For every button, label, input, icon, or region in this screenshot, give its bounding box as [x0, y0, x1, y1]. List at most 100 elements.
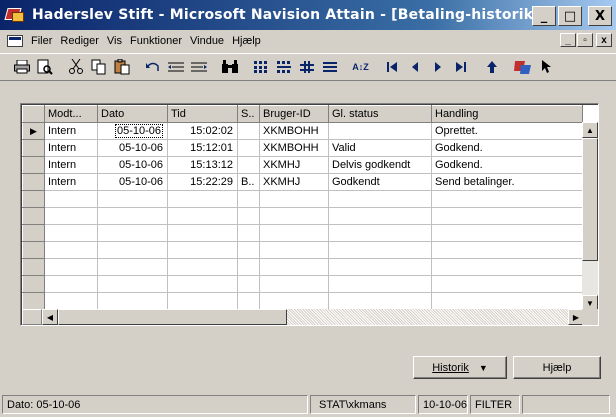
menu-hjaelp[interactable]: Hjælp — [228, 35, 265, 47]
table-cell[interactable] — [431, 224, 583, 242]
table-cell[interactable] — [328, 122, 432, 140]
table-cell[interactable] — [328, 258, 432, 276]
table-cell[interactable] — [431, 190, 583, 208]
table-cell[interactable] — [44, 292, 98, 310]
table-cell[interactable] — [431, 292, 583, 310]
scroll-up-button[interactable]: ▲ — [582, 122, 598, 138]
table-cell[interactable] — [44, 258, 98, 276]
up-arrow-icon[interactable] — [480, 56, 503, 78]
table-cell[interactable]: Delvis godkendt — [328, 156, 432, 174]
pointer-icon[interactable] — [534, 56, 557, 78]
focused-cell-value[interactable]: 05-10-06 — [114, 124, 163, 138]
table-cell[interactable] — [237, 139, 260, 157]
navision-app-icon[interactable] — [4, 6, 26, 24]
grid-view-icon[interactable] — [249, 56, 272, 78]
row-selector[interactable]: ▶ — [22, 122, 45, 140]
table-cell[interactable] — [167, 224, 238, 242]
undo-icon[interactable] — [141, 56, 164, 78]
table-cell[interactable] — [431, 275, 583, 293]
table-cell[interactable] — [328, 275, 432, 293]
table-cell[interactable] — [431, 241, 583, 259]
table-cell[interactable] — [237, 122, 260, 140]
table-cell[interactable] — [97, 275, 168, 293]
table-cell[interactable]: Godkendt — [328, 173, 432, 191]
equals-icon[interactable] — [318, 56, 341, 78]
table-cell[interactable] — [167, 292, 238, 310]
table-cell[interactable] — [259, 207, 329, 225]
table-cell[interactable] — [97, 224, 168, 242]
grid-view-2-icon[interactable] — [272, 56, 295, 78]
table-row[interactable]: Intern 05-10-06 15:22:29 B.. XKMHJ Godkendt Se… — [22, 173, 583, 191]
row-selector[interactable] — [22, 190, 45, 208]
table-cell[interactable]: Send betalinger. — [431, 173, 583, 191]
document-window-icon[interactable] — [7, 35, 23, 47]
table-cell[interactable]: 05-10-06 — [97, 139, 168, 157]
column-header-modtager[interactable]: Modt... — [44, 105, 98, 123]
sort-icon[interactable]: A↕Z — [349, 56, 372, 78]
table-cell[interactable] — [259, 224, 329, 242]
table-cell[interactable] — [97, 292, 168, 310]
table-cell[interactable]: B.. — [237, 173, 260, 191]
table-cell[interactable] — [237, 258, 260, 276]
table-cell[interactable] — [259, 275, 329, 293]
table-cell[interactable]: Valid — [328, 139, 432, 157]
vertical-scrollbar[interactable]: ▲ ▼ — [582, 122, 598, 311]
table-cell[interactable]: 05-10-06 — [97, 122, 168, 140]
mdi-restore-button[interactable]: ▫ — [577, 33, 593, 47]
menu-rediger[interactable]: Rediger — [56, 35, 103, 47]
horizontal-scroll-thumb[interactable] — [58, 309, 287, 325]
copy-icon[interactable] — [87, 56, 110, 78]
table-cell[interactable] — [431, 258, 583, 276]
cut-icon[interactable] — [64, 56, 87, 78]
table-cell[interactable] — [328, 190, 432, 208]
indent-left-icon[interactable] — [164, 56, 187, 78]
find-icon[interactable] — [218, 56, 241, 78]
row-selector[interactable] — [22, 156, 45, 174]
table-cell[interactable]: XKMBOHH — [259, 139, 329, 157]
table-cell[interactable]: Intern — [44, 173, 98, 191]
corner-header[interactable] — [22, 105, 45, 123]
row-selector[interactable] — [22, 275, 45, 293]
table-cell[interactable]: Godkend. — [431, 156, 583, 174]
menu-funktioner[interactable]: Funktioner — [126, 35, 186, 47]
maximize-button[interactable]: □ — [558, 6, 582, 26]
table-cell[interactable] — [167, 207, 238, 225]
row-selector[interactable] — [22, 207, 45, 225]
column-header-dato[interactable]: Dato — [97, 105, 168, 123]
table-cell[interactable] — [237, 224, 260, 242]
table-row[interactable]: Intern 05-10-06 15:13:12 XKMHJ Delvis godken… — [22, 156, 583, 174]
row-selector[interactable] — [22, 258, 45, 276]
table-cell[interactable] — [44, 224, 98, 242]
table-row[interactable]: ▶ Intern 05-10-06 15:02:02 XKMBOHH Oprettet. — [22, 122, 583, 140]
table-cell[interactable] — [97, 241, 168, 259]
table-cell[interactable]: 15:22:29 — [167, 173, 238, 191]
table-cell[interactable] — [97, 258, 168, 276]
menu-filer[interactable]: Filer — [27, 35, 56, 47]
table-cell[interactable]: Oprettet. — [431, 122, 583, 140]
historik-menu-button[interactable]: Historik ▼ — [413, 356, 507, 379]
row-selector[interactable] — [22, 292, 45, 310]
table-cell[interactable] — [259, 258, 329, 276]
table-cell[interactable] — [259, 292, 329, 310]
column-header-bruger-id[interactable]: Bruger-ID — [259, 105, 329, 123]
last-record-icon[interactable] — [449, 56, 472, 78]
table-cell[interactable] — [328, 224, 432, 242]
table-cell[interactable] — [259, 190, 329, 208]
vertical-scroll-thumb[interactable] — [582, 138, 598, 261]
table-row[interactable]: Intern 05-10-06 15:12:01 XKMBOHH Valid Godken… — [22, 139, 583, 157]
table-cell[interactable]: 15:12:01 — [167, 139, 238, 157]
table-cell[interactable]: 05-10-06 — [97, 156, 168, 174]
first-record-icon[interactable] — [380, 56, 403, 78]
table-cell[interactable] — [237, 207, 260, 225]
table-cell[interactable]: XKMHJ — [259, 173, 329, 191]
scroll-left-button[interactable]: ◀ — [42, 309, 58, 325]
plus-icon[interactable] — [295, 56, 318, 78]
paste-icon[interactable] — [110, 56, 133, 78]
table-cell[interactable]: XKMHJ — [259, 156, 329, 174]
column-header-gl-status[interactable]: Gl. status — [328, 105, 432, 123]
empty-table-row[interactable] — [22, 224, 583, 242]
table-cell[interactable]: 05-10-06 — [97, 173, 168, 191]
empty-table-row[interactable] — [22, 258, 583, 276]
table-cell[interactable] — [44, 275, 98, 293]
empty-table-row[interactable] — [22, 190, 583, 208]
